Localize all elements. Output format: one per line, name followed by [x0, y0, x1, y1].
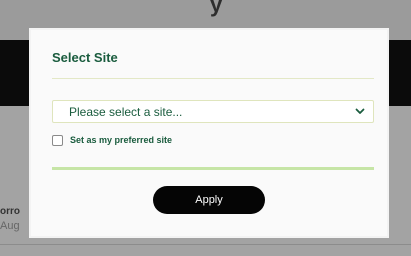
title-divider [52, 78, 374, 79]
apply-button[interactable]: Apply [153, 186, 265, 214]
site-select[interactable]: Please select a site... [52, 100, 374, 123]
progress-bar [52, 167, 374, 170]
preferred-site-row: Set as my preferred site [52, 133, 374, 147]
background-page-title: y [210, 0, 223, 17]
preferred-site-checkbox[interactable] [52, 134, 63, 146]
select-site-modal: Select Site Please select a site... Set … [29, 28, 389, 238]
progress-fill [52, 167, 374, 170]
site-select-placeholder: Please select a site... [69, 104, 183, 119]
preferred-site-label[interactable]: Set as my preferred site [70, 135, 172, 145]
chevron-down-icon [355, 108, 365, 115]
background-divider [0, 244, 411, 245]
apply-button-wrap: Apply [52, 186, 374, 214]
modal-title: Select Site [52, 50, 118, 65]
background-card-date: Aug [0, 220, 20, 232]
background-card-title: orro [0, 206, 20, 217]
